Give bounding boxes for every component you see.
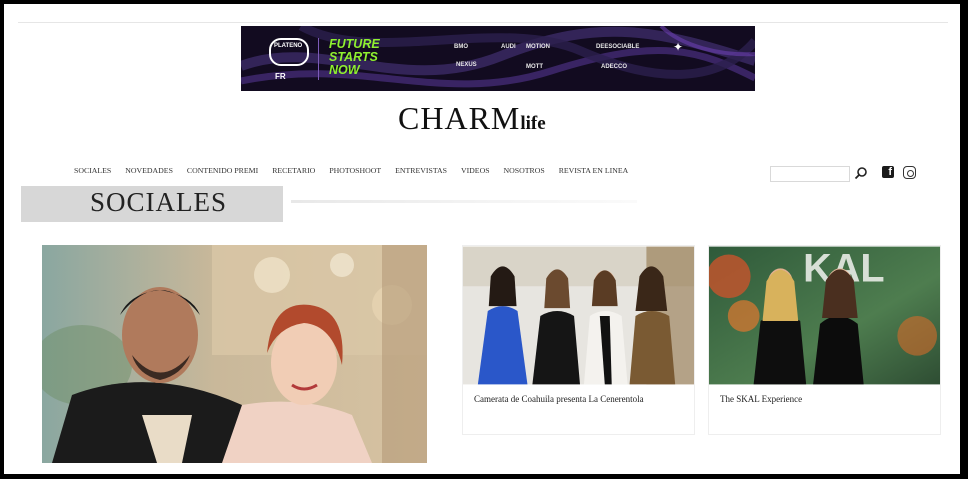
banner-divider — [318, 38, 319, 80]
facebook-icon[interactable]: f — [882, 166, 894, 178]
nav-item-revista-en-linea[interactable]: REVISTA EN LINEA — [559, 166, 629, 178]
article-card-title[interactable]: The SKAL Experience — [720, 394, 930, 405]
sponsor-logo: MOTT — [526, 64, 543, 70]
article-card-photo: KAL — [709, 246, 940, 385]
article-card-title[interactable]: Camerata de Coahuila presenta La Ceneren… — [474, 394, 684, 405]
platform-logo-label: PLATENO — [274, 43, 303, 49]
search-icon[interactable] — [854, 166, 868, 180]
page: PLATENO FR FUTURE STARTS NOW BMO AUDI MO… — [4, 4, 960, 474]
nav-item-novedades[interactable]: NOVEDADES — [125, 166, 173, 178]
featured-photo[interactable] — [42, 245, 427, 463]
top-divider — [18, 22, 948, 23]
article-card[interactable]: KAL The SKAL Experience — [708, 245, 941, 435]
sponsor-logo: MOTION — [526, 44, 550, 50]
nav-item-nosotros[interactable]: NOSOTROS — [504, 166, 545, 178]
tagline-line-3: NOW — [329, 63, 360, 77]
nav-item-sociales[interactable]: SOCIALES — [74, 166, 111, 178]
brand-logo-main: CHARM — [398, 100, 521, 136]
section-rule — [291, 200, 637, 203]
banner-tagline: FUTURE STARTS NOW — [329, 38, 380, 77]
platform-logo-sub: FR — [275, 72, 286, 81]
article-card-photo — [463, 246, 694, 385]
search-input[interactable] — [770, 166, 850, 182]
nav-item-contenido-premium[interactable]: CONTENIDO PREMI — [187, 166, 258, 178]
sponsor-logo: BMO — [454, 44, 468, 50]
featured-photo-image — [42, 245, 427, 463]
instagram-icon[interactable] — [903, 166, 916, 179]
article-card[interactable]: Camerata de Coahuila presenta La Ceneren… — [462, 245, 695, 435]
section-title: SOCIALES — [90, 187, 228, 217]
nav-item-entrevistas[interactable]: ENTREVISTAS — [395, 166, 447, 178]
ad-banner[interactable]: PLATENO FR FUTURE STARTS NOW BMO AUDI MO… — [241, 26, 755, 91]
sponsor-logo: AUDI — [501, 44, 516, 50]
main-nav: SOCIALES NOVEDADES CONTENIDO PREMI RECET… — [74, 166, 642, 178]
sponsor-logo: NEXUS — [456, 62, 477, 68]
nav-item-videos[interactable]: VIDEOS — [461, 166, 490, 178]
brand-logo-suffix: life — [520, 113, 546, 134]
sponsor-logo: DEESOCIABLE — [596, 44, 640, 50]
sponsor-logos: BMO AUDI MOTION DEESOCIABLE NEXUS ADECCO… — [446, 40, 676, 80]
nav-item-recetario[interactable]: RECETARIO — [272, 166, 315, 178]
sponsor-mark-icon: ✦ — [673, 40, 684, 54]
nav-item-photoshoot[interactable]: PHOTOSHOOT — [329, 166, 381, 178]
brand-logo[interactable]: CHARMlife — [398, 100, 546, 137]
sponsor-logo: ADECCO — [601, 64, 628, 70]
